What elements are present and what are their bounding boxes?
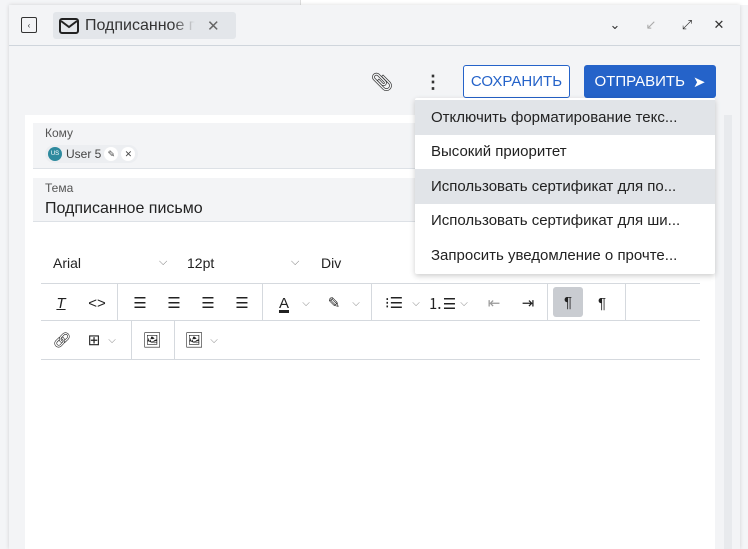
rtl-icon[interactable]: ¶: [589, 288, 615, 318]
chevron-down-icon[interactable]: ⌵: [349, 288, 363, 318]
paperclip-icon[interactable]: 📎︎: [371, 71, 394, 93]
subject-input[interactable]: Подписанное письмо: [45, 200, 203, 218]
menu-item-high-priority[interactable]: Высокий приоритет: [415, 135, 715, 170]
envelope-icon: [59, 17, 79, 34]
block-format-select[interactable]: Div: [321, 255, 341, 271]
clear-format-icon[interactable]: T: [47, 288, 75, 318]
indent-icon[interactable]: ⇥: [515, 288, 541, 318]
chevron-down-icon: ⌵: [291, 256, 300, 268]
subject-label: Тема: [45, 181, 74, 195]
send-icon: ➤: [692, 73, 706, 91]
ltr-icon[interactable]: ¶: [553, 287, 583, 317]
align-right-icon[interactable]: ☰: [195, 288, 221, 318]
send-label: ОТПРАВИТЬ: [594, 73, 685, 90]
chevron-down-icon[interactable]: ⌄: [607, 17, 623, 33]
more-vert-icon[interactable]: ⋮: [423, 71, 443, 93]
image-gallery-icon[interactable]: 🖼︎: [181, 325, 207, 355]
compose-window: ‹ Подписанное письмо ✕ ⌄ ↙ ⤢ ✕ 📎︎ ⋮ СОХР…: [9, 5, 740, 549]
minimize-icon[interactable]: ↙: [643, 17, 659, 33]
recipient-chip[interactable]: US User 5 ✎ ✕: [45, 145, 139, 163]
chevron-down-icon[interactable]: ⌵: [409, 288, 423, 318]
link-icon[interactable]: 🔗︎: [49, 325, 75, 355]
toolbar-row-2: [41, 320, 700, 321]
menu-item-read-receipt[interactable]: Запросить уведомление о прочте...: [415, 238, 715, 273]
tab-close-icon[interactable]: ✕: [207, 17, 220, 35]
edit-recipient-icon[interactable]: ✎: [104, 147, 119, 161]
remove-recipient-icon[interactable]: ✕: [121, 147, 136, 161]
tab-title: Подписанное письмо: [85, 16, 195, 34]
align-justify-icon[interactable]: ☰: [229, 288, 255, 318]
to-label: Кому: [45, 126, 74, 140]
image-icon[interactable]: 🖼︎: [139, 325, 165, 355]
text-color-icon[interactable]: A: [271, 288, 297, 318]
menu-item-sign-certificate[interactable]: Использовать сертификат для по...: [415, 169, 715, 204]
avatar: US: [48, 147, 62, 161]
sidebar-toggle-icon[interactable]: ‹: [21, 17, 37, 33]
chevron-down-icon: ⌵: [159, 256, 168, 268]
menu-item-disable-formatting[interactable]: Отключить форматирование текс...: [415, 100, 715, 135]
align-center-icon[interactable]: ☰: [161, 288, 187, 318]
font-family-select[interactable]: Arial: [53, 255, 81, 271]
table-icon[interactable]: ⊞: [83, 325, 105, 355]
menu-item-encrypt-certificate[interactable]: Использовать сертификат для ши...: [415, 204, 715, 239]
close-icon[interactable]: ✕: [711, 17, 727, 33]
chevron-down-icon[interactable]: ⌵: [299, 288, 313, 318]
send-button[interactable]: ОТПРАВИТЬ ➤: [584, 65, 716, 98]
toolbar-bottom: [41, 359, 700, 360]
save-button[interactable]: СОХРАНИТЬ: [463, 65, 570, 98]
outdent-icon[interactable]: ⇤: [481, 288, 507, 318]
highlight-icon[interactable]: ✎: [321, 288, 347, 318]
numbered-list-icon[interactable]: ⒈☰: [428, 288, 456, 318]
font-size-select[interactable]: 12pt: [187, 255, 214, 271]
window-header: ‹ Подписанное письмо ✕ ⌄ ↙ ⤢ ✕: [9, 5, 740, 46]
more-options-menu: Отключить форматирование текс... Высокий…: [415, 98, 715, 274]
chevron-down-icon[interactable]: ⌵: [207, 325, 221, 355]
code-icon[interactable]: <>: [83, 288, 111, 318]
chevron-down-icon[interactable]: ⌵: [105, 325, 119, 355]
scrollbar[interactable]: [724, 115, 732, 549]
tab-compose[interactable]: Подписанное письмо ✕: [53, 12, 236, 39]
chevron-down-icon[interactable]: ⌵: [457, 288, 471, 318]
bullet-list-icon[interactable]: ⁝☰: [381, 288, 407, 318]
align-left-icon[interactable]: ☰: [127, 288, 153, 318]
recipient-name: User 5: [66, 147, 102, 161]
maximize-icon[interactable]: ⤢: [679, 17, 695, 33]
